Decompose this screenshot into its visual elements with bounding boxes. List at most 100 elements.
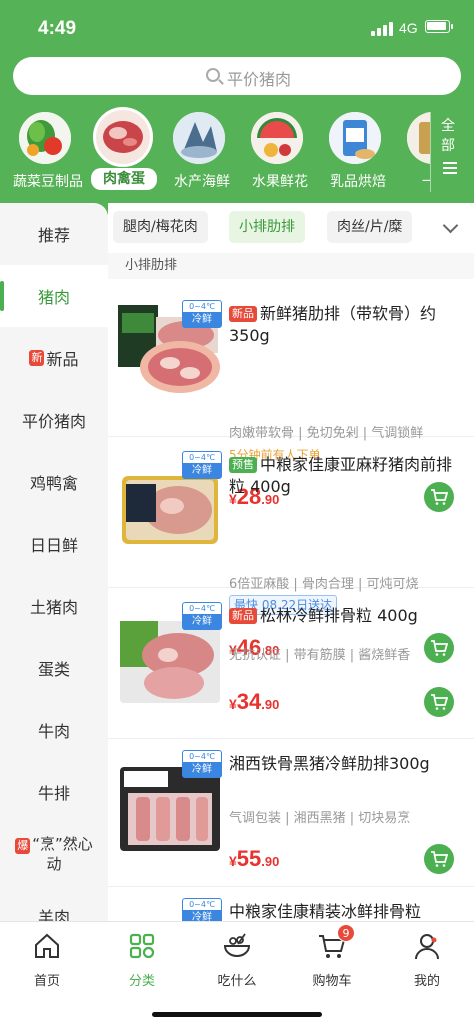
tab-label: 分类 (128, 974, 155, 989)
cart-icon (431, 694, 448, 710)
sidebar: 推荐 猪肉 新新品 平价猪肉 鸡鸭禽 日日鲜 土猪肉 蛋类 牛肉 牛排 爆 “烹”… (0, 203, 108, 921)
sidebar-item-cooking[interactable]: 爆 “烹”然心动 (0, 823, 108, 885)
search-icon (206, 68, 220, 82)
sidebar-item-poultry[interactable]: 鸡鸭禽 (0, 451, 108, 513)
category-label: 乳品烘焙 (330, 174, 386, 190)
tab-category[interactable]: 分类 (95, 928, 189, 989)
sidebar-item-label: 推荐 (37, 226, 70, 245)
product-desc: 6倍亚麻酸 | 骨肉合理 | 可炖可烧 (229, 577, 419, 592)
network-label: 4G (399, 20, 418, 36)
user-icon (415, 934, 439, 960)
app-screen: 4:49 4G 平价猪肉 蔬菜豆制品 肉禽蛋 水产海鲜 水果鲜花 乳品烘焙 一 … (0, 0, 474, 1026)
all-categories-button[interactable]: 全部 (430, 112, 470, 192)
category-seafood[interactable]: 水产海鲜 (160, 107, 244, 197)
all-categories-label: 全部 (441, 118, 455, 154)
product-desc: 肉嫩带软骨 | 免切免剁 | 气调锁鲜 (229, 426, 424, 441)
sidebar-item-label: “烹”然心动 (32, 835, 93, 873)
category-icon (129, 933, 155, 959)
sidebar-item-beef[interactable]: 牛肉 (0, 699, 108, 761)
product-desc: 无抗认证 | 带有筋膜 | 酱烧鲜香 (229, 648, 411, 663)
sidebar-item-steak[interactable]: 牛排 (0, 761, 108, 823)
category-daily[interactable]: 一日 (394, 107, 430, 197)
sidebar-item-local-pork[interactable]: 土猪肉 (0, 575, 108, 637)
cold-chain-badge: 0~4℃ 冷鲜 (182, 898, 222, 921)
product-title: 中粮家佳康精装冰鲜排骨粒 (229, 902, 422, 921)
product-title: 湘西铁骨黑猪冷鲜肋排300g (229, 754, 430, 773)
bottom-tab-bar: 首页 分类 吃什么 9 购物车 我的 (0, 921, 474, 1026)
product-card[interactable]: 0~4℃ 冷鲜 预售 中粮家佳康亚麻籽猪肉前排粒 400g 6倍亚麻酸 | 骨肉合理… (108, 440, 474, 663)
product-price: ¥34.90 (229, 689, 280, 714)
section-title: 小排肋排 (108, 253, 474, 279)
tab-label: 我的 (413, 974, 440, 989)
add-to-cart-button[interactable] (424, 844, 454, 874)
tab-label: 吃什么 (217, 974, 257, 989)
product-card[interactable]: 0~4℃ 冷鲜 新品 新鲜猪肋排（带软骨）约350g 肉嫩带软骨 | 免切免剁 | … (108, 289, 474, 512)
fruit-image (251, 112, 303, 164)
category-vegetables[interactable]: 蔬菜豆制品 (6, 107, 90, 197)
category-strip: 蔬菜豆制品 肉禽蛋 水产海鲜 水果鲜花 乳品烘焙 一 (0, 107, 430, 197)
sidebar-item-recommend[interactable]: 推荐 (0, 203, 108, 265)
cold-chain-badge: 0~4℃ 冷鲜 (182, 300, 222, 328)
sidebar-item-label: 羊肉 (37, 908, 70, 921)
product-card[interactable]: 0~4℃ 冷鲜 中粮家佳康精装冰鲜排骨粒 (108, 887, 474, 921)
category-dairy-bakery[interactable]: 乳品烘焙 (316, 107, 400, 197)
status-time: 4:49 (38, 18, 77, 39)
subtab-ribs[interactable]: 小排肋排 (229, 211, 305, 243)
signal-icon (371, 22, 395, 36)
sidebar-item-label: 土猪肉 (29, 598, 78, 617)
tab-label: 首页 (33, 974, 60, 989)
meat-image (93, 107, 153, 167)
sidebar-item-daily-fresh[interactable]: 日日鲜 (0, 513, 108, 575)
category-label: 蔬菜豆制品 (13, 174, 83, 190)
tab-mine[interactable]: 我的 (380, 928, 474, 989)
hot-badge: 爆 (15, 838, 31, 854)
cold-chain-badge: 0~4℃ 冷鲜 (182, 750, 222, 778)
product-price: ¥55.90 (229, 846, 280, 871)
header: 4:49 4G 平价猪肉 蔬菜豆制品 肉禽蛋 水产海鲜 水果鲜花 乳品烘焙 一 … (0, 0, 474, 215)
cart-count-badge: 9 (337, 924, 355, 942)
category-meat-eggs[interactable]: 肉禽蛋 (84, 107, 168, 197)
tab-cart[interactable]: 9 购物车 (285, 924, 379, 989)
sidebar-item-new[interactable]: 新新品 (0, 327, 108, 389)
menu-icon (443, 162, 457, 177)
sidebar-item-label: 鸡鸭禽 (29, 474, 78, 493)
product-title: 新品 新鲜猪肋排（带软骨）约350g (229, 304, 437, 345)
category-fruit-flowers[interactable]: 水果鲜花 (238, 107, 322, 197)
product-card[interactable]: 0~4℃ 冷鲜 湘西铁骨黑猪冷鲜肋排300g 气调包装 | 湘西黑猪 | 切块易烹… (108, 739, 474, 887)
product-title: 预售 中粮家佳康亚麻籽猪肉前排粒 400g (229, 455, 453, 496)
seafood-image (173, 112, 225, 164)
category-label: 肉禽蛋 (91, 168, 157, 190)
daily-image (407, 112, 430, 164)
subtab-shredded[interactable]: 肉丝/片/糜 (327, 211, 413, 243)
tab-home[interactable]: 首页 (0, 928, 94, 989)
cart-icon (431, 851, 448, 867)
sidebar-item-label: 牛肉 (37, 722, 70, 741)
bowl-icon (223, 933, 251, 957)
product-desc: 气调包装 | 湘西黑猪 | 切块易烹 (229, 811, 411, 826)
category-label: 水果鲜花 (252, 174, 308, 190)
add-to-cart-button[interactable] (424, 687, 454, 717)
sidebar-item-pork[interactable]: 猪肉 (0, 265, 108, 327)
sidebar-item-label: 猪肉 (37, 288, 70, 307)
home-indicator (152, 1012, 322, 1017)
sidebar-item-eggs[interactable]: 蛋类 (0, 637, 108, 699)
sidebar-item-label: 蛋类 (37, 660, 70, 679)
category-label: 一日 (422, 174, 430, 190)
chevron-down-icon[interactable] (428, 211, 474, 247)
product-card[interactable]: 0~4℃ 冷鲜 新品 松林冷鲜排骨粒 400g 无抗认证 | 带有筋膜 | 酱烧鲜香… (108, 591, 474, 739)
sidebar-item-value-pork[interactable]: 平价猪肉 (0, 389, 108, 451)
product-tag: 预售 (229, 457, 257, 473)
tab-what-to-eat[interactable]: 吃什么 (190, 928, 284, 989)
product-tag: 新品 (229, 306, 257, 322)
sidebar-item-label: 牛排 (37, 784, 70, 803)
product-list-panel: 腿肉/梅花肉 小排肋排 肉丝/片/糜 小排肋排 0~4℃ 冷鲜 新品 新鲜猪肋排… (108, 203, 474, 921)
search-placeholder: 平价猪肉 (227, 70, 292, 89)
subtab-leg-meat[interactable]: 腿肉/梅花肉 (113, 211, 208, 243)
sidebar-item-lamb[interactable]: 羊肉 (0, 885, 108, 921)
sidebar-item-label: 新品 (46, 350, 79, 369)
sidebar-item-label: 平价猪肉 (21, 412, 86, 431)
search-input[interactable]: 平价猪肉 (13, 57, 461, 95)
dairy-image (329, 112, 381, 164)
subcategory-tabs: 腿肉/梅花肉 小排肋排 肉丝/片/糜 (108, 211, 474, 247)
home-icon (35, 933, 59, 958)
